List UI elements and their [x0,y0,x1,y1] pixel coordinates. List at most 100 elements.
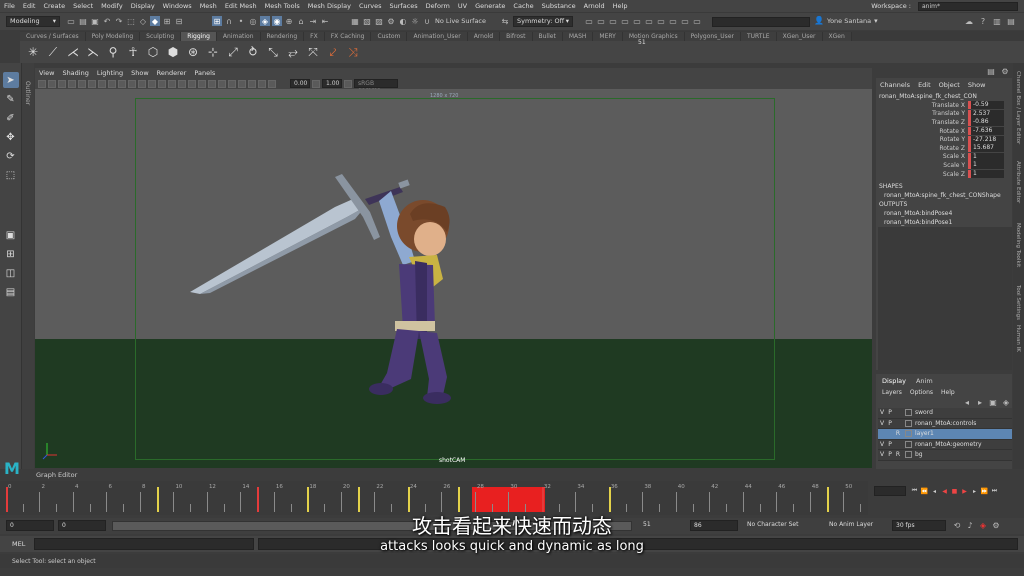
motion-blur-icon[interactable] [218,79,226,88]
layer-name[interactable]: ronan_MtoA:geometry [915,441,982,448]
menu-cache[interactable]: Cache [509,2,537,10]
panel-8-icon[interactable]: ▭ [668,16,678,26]
live-surface-label[interactable]: No Live Surface [435,17,486,25]
current-frame-field[interactable] [874,486,906,496]
stop-icon[interactable]: ■ [950,486,959,496]
shelf-tab-poly-modeling[interactable]: Poly Modeling [85,32,141,41]
layer-playback-toggle[interactable]: P [886,420,894,427]
bookmark-icon[interactable] [58,79,66,88]
gate-mask-icon[interactable] [108,79,116,88]
side-tab-attribute-editor[interactable]: Attribute Editor [1015,161,1021,203]
new-layer-icon[interactable]: ▣ [988,397,998,407]
3d-viewport[interactable]: 1280 x 720 shotCAM [35,89,872,468]
menu-create[interactable]: Create [39,2,69,10]
view-transform-dropdown[interactable]: sRGB gamma [354,79,398,94]
shelf-tab-bullet[interactable]: Bullet [532,32,563,41]
layer-visibility-toggle[interactable]: V [878,441,886,448]
point-constraint-icon[interactable]: ⊹ [206,45,220,59]
snap-point-icon[interactable]: • [236,16,246,26]
side-tab-human-ik[interactable]: Human IK [1015,325,1021,352]
film-gate-icon[interactable] [88,79,96,88]
channel-attribute-row[interactable]: Translate Y 2.537 [876,109,1012,119]
four-view-icon[interactable]: ⊞ [3,246,19,262]
xray-icon[interactable] [248,79,256,88]
play-forwards-icon[interactable]: ▶ [960,486,969,496]
side-tab-modeling-toolkit[interactable]: Modeling Toolkit [1015,223,1021,267]
channel-attribute-row[interactable]: Scale Z1 [876,170,1012,179]
shelf-tab-mery[interactable]: MERY [593,32,623,41]
select-component-icon[interactable]: ◆ [150,16,160,26]
channel-attribute-row[interactable]: Scale Y1 [876,161,1012,170]
channel-box-toggle-icon[interactable]: ▤ [986,66,996,76]
rotate-tool-icon[interactable]: ⟳ [3,148,19,164]
render-frame-icon[interactable]: ▦ [350,16,360,26]
shelf-tab-xgen[interactable]: XGen [822,32,852,41]
undo-icon[interactable]: ↶ [102,16,112,26]
channel-attribute-row[interactable]: Scale X1 [876,152,1012,162]
channel-box-settings-icon[interactable]: ⚙ [1000,66,1010,76]
isolate-select-icon[interactable] [238,79,246,88]
ik-handle-icon[interactable]: ⚲ [106,45,120,59]
lasso-tool-icon[interactable]: ✎ [3,91,19,107]
wireframe-icon[interactable] [148,79,156,88]
lights-icon[interactable] [188,79,196,88]
script-two-icon[interactable]: ⤨ [346,45,360,59]
persp-graph-icon[interactable]: ▤ [3,284,19,300]
menu-arnold[interactable]: Arnold [580,2,609,10]
menu-curves[interactable]: Curves [355,2,386,10]
xray-joints-icon[interactable] [258,79,266,88]
viewport-menu-lighting[interactable]: Lighting [93,69,127,77]
keyframe-marker[interactable] [608,487,611,512]
layer-name[interactable]: sword [915,409,933,416]
keyframe-marker[interactable] [307,487,310,512]
viewport-menu-panels[interactable]: Panels [190,69,219,77]
output-item[interactable]: ronan_MtoA:bindPose4 [876,209,1012,218]
attribute-value[interactable]: -0.86 [968,118,1004,127]
pole-vector-icon[interactable]: ⤧ [306,45,320,59]
snap-target-icon[interactable]: ⊕ [284,16,294,26]
side-tab-channel-box-layer-editor[interactable]: Channel Box / Layer Editor [1015,71,1021,144]
panel-6-icon[interactable]: ▭ [644,16,654,26]
channel-attribute-row[interactable]: Translate Z -0.86 [876,118,1012,127]
shelf-tab-sculpting[interactable]: Sculpting [140,32,182,41]
panel-9-icon[interactable]: ▭ [680,16,690,26]
grid-icon[interactable] [78,79,86,88]
menu-file[interactable]: File [0,2,19,10]
snap-curve-icon[interactable]: ∩ [224,16,234,26]
output-icon[interactable]: ⇤ [320,16,330,26]
safe-action-icon[interactable] [128,79,136,88]
shelf-tab-fx-caching[interactable]: FX Caching [324,32,372,41]
orient-joint-icon[interactable]: ⋋ [86,45,100,59]
play-backwards-icon[interactable]: ◀ [940,486,949,496]
hypershade-icon[interactable]: ◐ [398,16,408,26]
camera-select-icon[interactable] [38,79,46,88]
panel-1-icon[interactable]: ▭ [584,16,594,26]
select-tool-icon[interactable]: ➤ [2,72,19,88]
insert-joint-icon[interactable]: ⟋ [46,45,60,59]
layer-row[interactable]: V Pronan_MtoA:controls [878,418,1012,429]
anti-alias-icon[interactable] [228,79,236,88]
panel-toggle-icon[interactable]: ▥ [992,16,1002,26]
shadows-icon[interactable] [198,79,206,88]
layer-display-type-toggle[interactable]: R [894,451,902,458]
script-one-icon[interactable]: ⤦ [326,45,340,59]
channel-box-menu-object[interactable]: Object [939,81,960,89]
keyframe-marker[interactable] [357,487,360,512]
magnet-icon[interactable]: ∪ [422,16,432,26]
viewport-menu-renderer[interactable]: Renderer [153,69,191,77]
cluster-icon[interactable]: ⊛ [186,45,200,59]
channel-attribute-row[interactable]: Rotate X -7.636 [876,127,1012,136]
layer-display-type-toggle[interactable]: R [894,430,902,437]
menu-display[interactable]: Display [127,2,159,10]
layer-color-swatch[interactable] [905,430,912,438]
layout-icon[interactable]: ▤ [1006,16,1016,26]
redo-icon[interactable]: ↷ [114,16,124,26]
lattice-icon[interactable]: ⬢ [166,45,180,59]
keyframe-marker[interactable] [156,487,159,512]
viewport-menu-view[interactable]: View [35,69,58,77]
menu-deform[interactable]: Deform [422,2,454,10]
shelf-tab-mash[interactable]: MASH [562,32,594,41]
shelf-tab-turtle[interactable]: TURTLE [740,32,777,41]
panel-2-icon[interactable]: ▭ [596,16,606,26]
channel-attribute-row[interactable]: Rotate Z 15.687 [876,144,1012,153]
